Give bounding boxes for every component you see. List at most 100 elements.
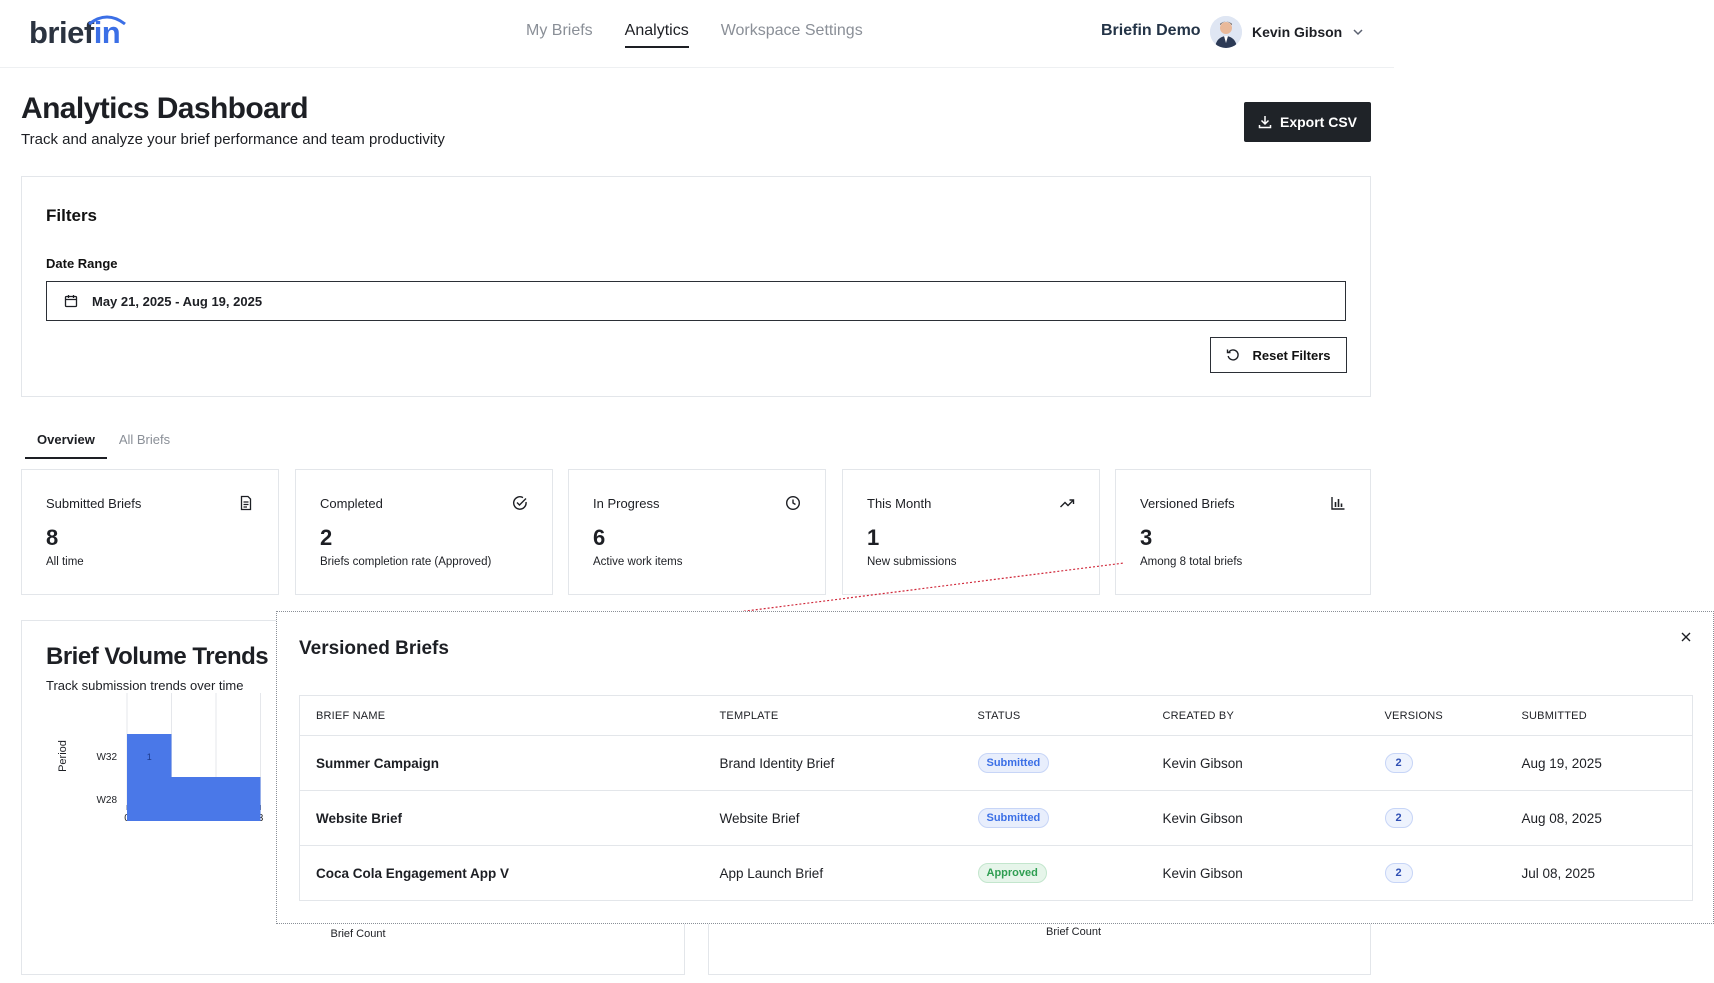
date-range-value: May 21, 2025 - Aug 19, 2025 xyxy=(92,293,263,309)
user-menu[interactable]: Kevin Gibson xyxy=(1210,16,1364,48)
stat-card-versioned[interactable]: Versioned Briefs 3 Among 8 total briefs xyxy=(1115,469,1371,595)
chart-y-tick-label: W28 xyxy=(96,795,117,806)
stat-title: This Month xyxy=(867,496,932,511)
chevron-down-icon xyxy=(1353,29,1363,36)
template-cell: Website Brief xyxy=(703,790,962,846)
versions-badge: 2 xyxy=(1384,863,1413,883)
stat-subtext: Among 8 total briefs xyxy=(1140,556,1243,568)
created-by-cell: Kevin Gibson xyxy=(1146,845,1369,901)
table-row[interactable]: Summer Campaign Brand Identity Brief Sub… xyxy=(299,735,1693,791)
column-header[interactable]: SUBMITTED xyxy=(1505,695,1693,736)
created-by-cell: Kevin Gibson xyxy=(1146,790,1369,846)
chart-x-axis-label: Brief Count xyxy=(330,928,385,940)
stat-value: 2 xyxy=(320,525,333,550)
brief-name-cell[interactable]: Website Brief xyxy=(299,790,704,846)
stat-value: 1 xyxy=(867,525,880,550)
document-icon xyxy=(240,495,252,511)
date-range-picker[interactable]: May 21, 2025 - Aug 19, 2025 xyxy=(46,281,1346,321)
bar-chart-icon xyxy=(1331,497,1345,510)
logo-arc-icon xyxy=(88,15,126,26)
stat-value: 3 xyxy=(1140,525,1153,550)
brief-name-cell[interactable]: Coca Cola Engagement App V xyxy=(299,845,704,901)
reset-icon xyxy=(1227,349,1240,361)
stat-card-in-progress[interactable]: In Progress 6 Active work items xyxy=(568,469,826,595)
versions-cell: 2 xyxy=(1368,845,1506,901)
status-cell: Submitted xyxy=(961,735,1147,791)
template-cell: Brand Identity Brief xyxy=(703,735,962,791)
stat-subtext: All time xyxy=(46,556,84,568)
created-by-cell: Kevin Gibson xyxy=(1146,735,1369,791)
calendar-icon xyxy=(64,295,78,308)
versions-cell: 2 xyxy=(1368,735,1506,791)
column-header[interactable]: BRIEF NAME xyxy=(299,695,704,736)
table-row[interactable]: Website Brief Website Brief Submitted Ke… xyxy=(299,790,1693,846)
status-badge: Approved xyxy=(977,863,1047,883)
stat-subtext: Active work items xyxy=(593,556,683,568)
check-circle-icon xyxy=(513,496,527,510)
stat-subtext: Briefs completion rate (Approved) xyxy=(320,556,492,568)
status-cell: Submitted xyxy=(961,790,1147,846)
briefin-logo[interactable]: briefin xyxy=(29,16,126,50)
versions-badge: 2 xyxy=(1384,808,1413,828)
stat-title: In Progress xyxy=(593,496,660,511)
chart-y-axis-label: Period xyxy=(57,740,69,772)
submitted-cell: Aug 19, 2025 xyxy=(1505,735,1693,791)
tab-all-briefs[interactable]: All Briefs xyxy=(107,430,182,459)
table-header-row: BRIEF NAME TEMPLATE STATUS CREATED BY VE… xyxy=(299,695,1693,736)
download-icon xyxy=(1258,116,1272,129)
versioned-briefs-table: BRIEF NAME TEMPLATE STATUS CREATED BY VE… xyxy=(299,695,1693,901)
clock-icon xyxy=(785,495,801,511)
stat-title: Versioned Briefs xyxy=(1140,496,1235,511)
stat-card-submitted[interactable]: Submitted Briefs 8 All time xyxy=(21,469,279,595)
status-badge: Submitted xyxy=(977,753,1050,773)
stat-subtext: New submissions xyxy=(867,556,957,568)
main-nav: My Briefs Analytics Workspace Settings xyxy=(526,22,863,48)
submitted-cell: Aug 08, 2025 xyxy=(1505,790,1693,846)
column-header[interactable]: VERSIONS xyxy=(1368,695,1506,736)
status-badge: Submitted xyxy=(977,808,1050,828)
workspace-name[interactable]: Briefin Demo xyxy=(1101,22,1201,40)
column-header[interactable]: TEMPLATE xyxy=(703,695,962,736)
nav-analytics[interactable]: Analytics xyxy=(624,22,689,48)
column-header[interactable]: CREATED BY xyxy=(1146,695,1369,736)
trending-up-icon xyxy=(1060,499,1075,508)
stat-title: Submitted Briefs xyxy=(46,496,142,511)
versions-cell: 2 xyxy=(1368,790,1506,846)
brief-name-cell[interactable]: Summer Campaign xyxy=(299,735,704,791)
stat-title: Completed xyxy=(320,496,383,511)
reset-filters-label: Reset Filters xyxy=(1252,347,1331,363)
nav-my-briefs[interactable]: My Briefs xyxy=(526,22,593,48)
tab-overview[interactable]: Overview xyxy=(25,430,107,459)
stat-value: 6 xyxy=(593,525,606,550)
status-cell: Approved xyxy=(961,845,1147,901)
table-row[interactable]: Coca Cola Engagement App V App Launch Br… xyxy=(299,845,1693,901)
user-avatar-icon xyxy=(1210,16,1242,48)
filters-title: Filters xyxy=(46,206,98,225)
nav-workspace-settings[interactable]: Workspace Settings xyxy=(721,22,863,48)
chart-data-label: 1 xyxy=(147,752,152,762)
export-csv-label: Export CSV xyxy=(1279,114,1357,130)
close-icon xyxy=(1681,632,1691,642)
column-header[interactable]: STATUS xyxy=(961,695,1147,736)
date-range-label: Date Range xyxy=(46,256,118,271)
chart-bar xyxy=(127,777,261,821)
template-cell: App Launch Brief xyxy=(703,845,962,901)
stat-value: 8 xyxy=(46,525,59,550)
page-title: Analytics Dashboard xyxy=(21,92,309,125)
close-button[interactable] xyxy=(1675,626,1697,648)
chart-y-tick-label: W32 xyxy=(96,752,117,763)
versions-badge: 2 xyxy=(1384,753,1413,773)
page-subtitle: Track and analyze your brief performance… xyxy=(21,131,445,148)
avatar xyxy=(1210,16,1242,48)
stat-card-this-month[interactable]: This Month 1 New submissions xyxy=(842,469,1100,595)
secondary-x-axis-label: Brief Count xyxy=(1046,926,1102,938)
versioned-briefs-popup: Versioned Briefs BRIEF NAME TEMPLATE STA… xyxy=(276,611,1714,924)
reset-filters-button[interactable]: Reset Filters xyxy=(1210,337,1347,373)
filters-panel: Filters Date Range May 21, 2025 - Aug 19… xyxy=(21,176,1371,397)
top-header: briefin My Briefs Analytics Workspace Se… xyxy=(0,0,1394,68)
export-csv-button[interactable]: Export CSV xyxy=(1244,102,1371,142)
submitted-cell: Jul 08, 2025 xyxy=(1505,845,1693,901)
analytics-tabs: Overview All Briefs xyxy=(25,430,182,459)
stat-card-completed[interactable]: Completed 2 Briefs completion rate (Appr… xyxy=(295,469,553,595)
user-name: Kevin Gibson xyxy=(1252,24,1343,40)
